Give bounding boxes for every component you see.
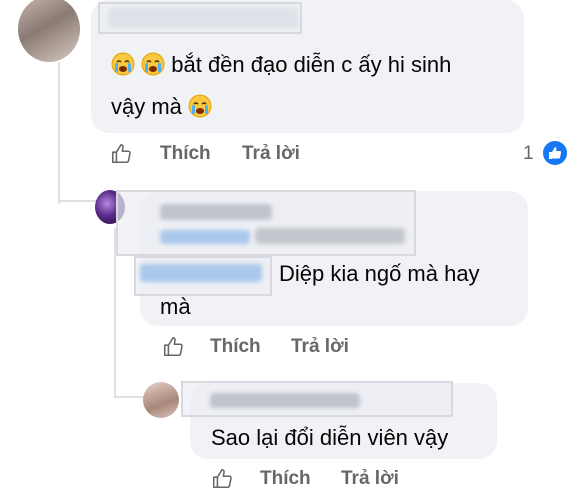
reply-text: Sao lại đổi diễn viên vậy — [211, 425, 449, 450]
like-reaction-icon[interactable] — [542, 140, 568, 166]
comment-text-line-2: vậy mà — [111, 94, 182, 119]
reply-text-line-1: Diệp kia ngố mà hay — [279, 261, 480, 286]
reaction-count[interactable]: 1 — [523, 143, 534, 165]
author-name-redacted — [160, 204, 272, 220]
comment-text-2: vậy mà — [111, 90, 212, 123]
comment-text: bắt đền đạo diễn c ấy hi sinh — [111, 48, 451, 81]
author-name-redacted — [210, 393, 360, 408]
thread-line-curve-2 — [114, 396, 144, 398]
reply-text-line-2: mà — [160, 294, 191, 319]
crying-emoji-icon — [111, 52, 141, 77]
author-name-redacted-box — [98, 2, 302, 34]
reply-button[interactable]: Trả lời — [242, 143, 300, 165]
avatar[interactable] — [18, 0, 80, 62]
thread-line-main — [58, 62, 60, 204]
comment-text-line-1: bắt đền đạo diễn c ấy hi sinh — [171, 52, 452, 77]
like-button[interactable]: Thích — [210, 336, 261, 358]
thread-line-curve-1 — [58, 200, 96, 202]
thumbs-up-outline-icon[interactable] — [110, 143, 132, 165]
thumbs-up-outline-icon[interactable] — [162, 336, 184, 358]
tag-redacted — [160, 230, 250, 244]
author-name-redacted-box — [116, 190, 416, 256]
thumbs-up-outline-icon[interactable] — [211, 468, 233, 490]
crying-emoji-icon — [141, 52, 171, 77]
avatar[interactable] — [143, 382, 179, 418]
tag-redacted-2 — [255, 228, 405, 244]
reply-button[interactable]: Trả lời — [291, 336, 349, 358]
like-button[interactable]: Thích — [160, 143, 211, 165]
mention-redacted — [140, 264, 262, 282]
crying-emoji-icon — [188, 94, 212, 119]
reply-button[interactable]: Trả lời — [341, 468, 399, 490]
like-button[interactable]: Thích — [260, 468, 311, 490]
